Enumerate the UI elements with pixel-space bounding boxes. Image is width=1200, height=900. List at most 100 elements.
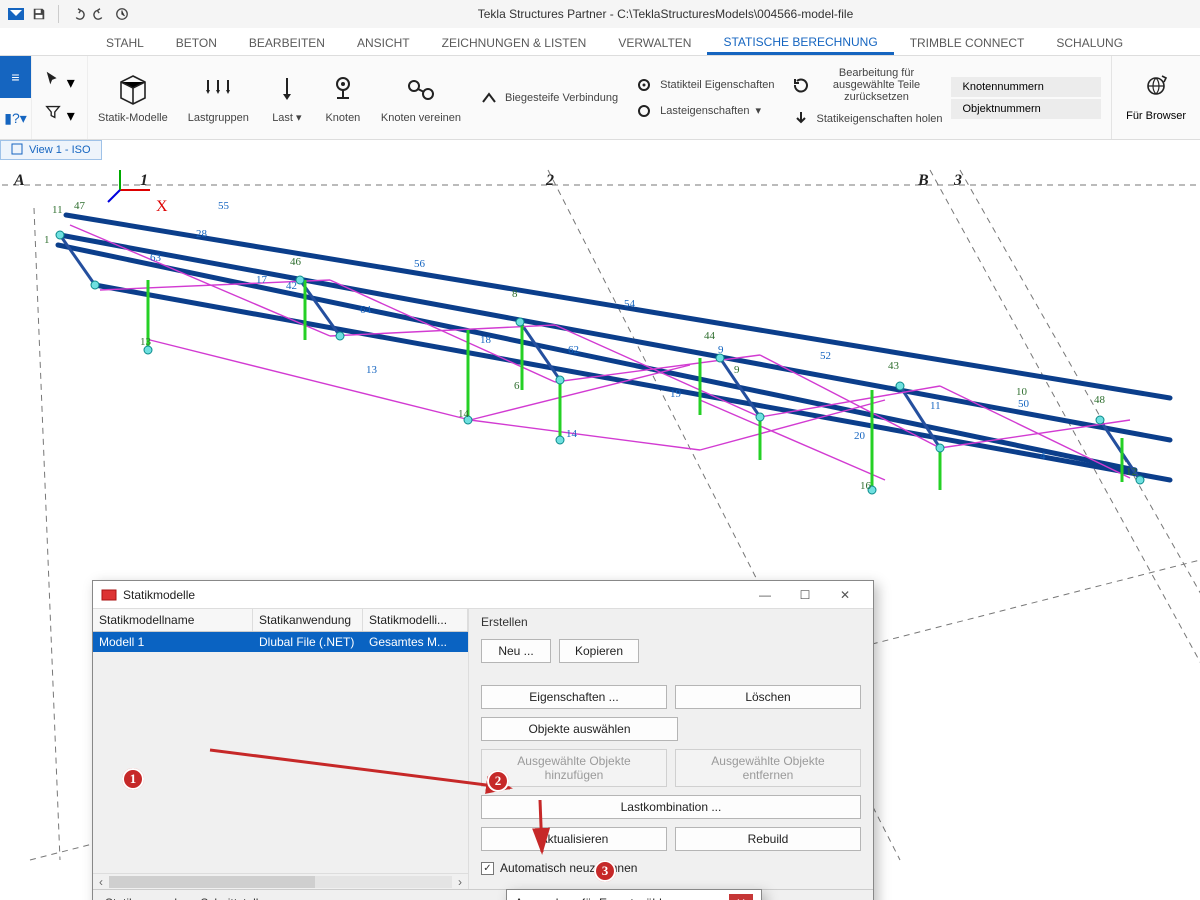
tab-schalung[interactable]: SCHALUNG [1040, 30, 1139, 55]
statik-titlebar[interactable]: Statikmodelle — ☐ ✕ [93, 581, 873, 609]
model-viewport[interactable]: View 1 - ISO [0, 140, 1200, 900]
kopieren-button[interactable]: Kopieren [559, 639, 639, 663]
filter-icon[interactable]: ▾ [44, 103, 74, 126]
member-num: 14 [566, 428, 577, 440]
ribbon-small-col3: Bearbeitung für ausgewählte Teile zurück… [783, 56, 951, 139]
ribbon-get-props[interactable]: Statikeigenschaften holen [791, 109, 943, 129]
cell-content: Gesamtes M... [363, 632, 468, 652]
grid-label-1: 1 [140, 172, 148, 190]
auto-redraw-checkbox[interactable]: ✓Automatisch neuzeichnen [481, 859, 861, 875]
tab-beton[interactable]: BETON [160, 30, 233, 55]
minimize-icon[interactable]: — [745, 583, 785, 607]
tab-ansicht[interactable]: ANSICHT [341, 30, 426, 55]
th-app[interactable]: Statikanwendung [253, 609, 363, 631]
ribbon-statik-modelle[interactable]: Statik-Modelle [88, 56, 178, 139]
quick-access [0, 4, 131, 24]
th-content[interactable]: Statikmodelli... [363, 609, 468, 631]
ribbon-file-strip: ≡ ▮?▾ [0, 56, 32, 139]
toggle-objektnummern[interactable]: Objektnummern [951, 99, 1101, 119]
gear-load-icon [634, 101, 654, 121]
cursor-icon[interactable]: ▾ [44, 70, 74, 93]
save-icon[interactable] [30, 5, 48, 23]
app-icon [6, 4, 26, 24]
grid-label-B: B [918, 172, 929, 190]
ribbon-biegesteife[interactable]: Biegesteife Verbindung [479, 88, 618, 108]
maximize-icon[interactable]: ☐ [785, 583, 825, 607]
tab-verwalten[interactable]: VERWALTEN [602, 30, 707, 55]
ribbon-lasteigenschaften[interactable]: Lasteigenschaften ▾ [634, 101, 761, 121]
ribbon-statikteil-eig[interactable]: Statikteil Eigenschaften [634, 75, 774, 95]
node-num: 44 [704, 330, 715, 342]
th-name[interactable]: Statikmodellname [93, 609, 253, 631]
ribbon-last[interactable]: Last ▾ [259, 56, 315, 139]
tab-bearbeiten[interactable]: BEARBEITEN [233, 30, 341, 55]
node-num: 16 [860, 480, 871, 492]
ribbon-browser[interactable]: Für Browser [1111, 56, 1200, 139]
toggle-knotennummern[interactable]: Knotennummern [951, 77, 1101, 97]
ribbon-knoten[interactable]: Knoten [315, 56, 371, 139]
h-scrollbar[interactable]: ‹› [93, 873, 468, 889]
gear-part-icon [634, 75, 654, 95]
tab-statische-berechnung[interactable]: STATISCHE BERECHNUNG [707, 29, 893, 55]
undo-icon[interactable] [69, 5, 87, 23]
member-num: 18 [480, 334, 491, 346]
loeschen-button[interactable]: Löschen [675, 685, 861, 709]
cube-icon [115, 72, 151, 108]
export-titlebar[interactable]: Anwendung für Export wählen ✕ [507, 890, 761, 900]
load-icon [269, 72, 305, 108]
merge-nodes-icon [403, 72, 439, 108]
objekte-auswaehlen-button[interactable]: Objekte auswählen [481, 717, 678, 741]
ribbon-number-toggles: Knotennummern Objektnummern [951, 56, 1109, 139]
member-num: 13 [366, 364, 377, 376]
cell-app: Dlubal File (.NET) [253, 632, 363, 652]
lastkombination-button[interactable]: Lastkombination ... [481, 795, 861, 819]
view-icon [11, 143, 23, 158]
rebuild-button[interactable]: Rebuild [675, 827, 861, 851]
grid-label-3: 3 [954, 172, 962, 190]
member-num: 63 [150, 252, 161, 264]
node-num: 47 [74, 200, 85, 212]
member-num: 55 [218, 200, 229, 212]
statik-table-header: Statikmodellname Statikanwendung Statikm… [93, 609, 468, 632]
ribbon-lastgruppen[interactable]: Lastgruppen [178, 56, 259, 139]
annotation-marker-1: 1 [122, 768, 144, 790]
export-title-text: Anwendung für Export wählen [515, 896, 675, 900]
close-icon[interactable]: ✕ [825, 583, 865, 607]
view-title-bar[interactable]: View 1 - ISO [0, 140, 102, 160]
close-icon[interactable]: ✕ [729, 894, 753, 900]
statik-title-text: Statikmodelle [123, 588, 195, 602]
ribbon: ≡ ▮?▾ ▾ ▾ Statik-Modelle Lastgruppen Las… [0, 56, 1200, 140]
member-num: 20 [854, 430, 865, 442]
aktualisieren-button[interactable]: Aktualisieren [481, 827, 667, 851]
tab-trimble-connect[interactable]: TRIMBLE CONNECT [894, 30, 1041, 55]
table-row[interactable]: Modell 1 Dlubal File (.NET) Gesamtes M..… [93, 632, 468, 652]
help-button[interactable]: ▮?▾ [0, 98, 31, 140]
cell-name: Modell 1 [93, 632, 253, 652]
export-dialog: Anwendung für Export wählen ✕ Modell in … [506, 889, 762, 900]
grid-label-A: A [14, 172, 25, 190]
node-num: 43 [888, 360, 899, 372]
ribbon-select-strip: ▾ ▾ [32, 56, 88, 139]
node-num: 46 [290, 256, 301, 268]
tab-stahl[interactable]: STAHL [90, 30, 160, 55]
dialog-icon [101, 587, 117, 603]
ribbon-reset-edit[interactable]: Bearbeitung für ausgewählte Teile zurück… [791, 67, 937, 103]
file-menu-button[interactable]: ≡ [0, 56, 31, 98]
ribbon-body: Statik-Modelle Lastgruppen Last ▾ Knoten… [88, 56, 1111, 139]
reset-icon [791, 75, 811, 95]
grid-label-2: 2 [546, 172, 554, 190]
member-num: 11 [930, 400, 941, 412]
tab-zeichnungen[interactable]: ZEICHNUNGEN & LISTEN [426, 30, 603, 55]
member-num: 52 [820, 350, 831, 362]
fetch-icon [791, 109, 811, 129]
history-icon[interactable] [113, 5, 131, 23]
redo-icon[interactable] [91, 5, 109, 23]
eigenschaften-button[interactable]: Eigenschaften ... [481, 685, 667, 709]
title-bar: Tekla Structures Partner - C:\TeklaStruc… [0, 0, 1200, 28]
globe-icon [1141, 73, 1171, 106]
neu-button[interactable]: Neu ... [481, 639, 551, 663]
member-num: 28 [196, 228, 207, 240]
ribbon-knoten-vereinen[interactable]: Knoten vereinen [371, 56, 471, 139]
member-num: 9 [718, 344, 724, 356]
menu-bar: STAHL BETON BEARBEITEN ANSICHT ZEICHNUNG… [0, 28, 1200, 56]
